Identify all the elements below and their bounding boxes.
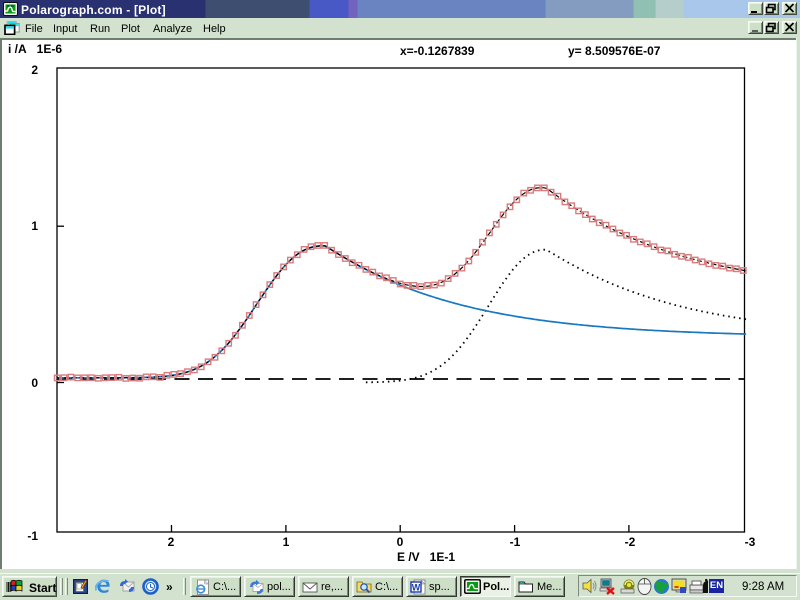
svg-text:W: W (412, 583, 421, 593)
